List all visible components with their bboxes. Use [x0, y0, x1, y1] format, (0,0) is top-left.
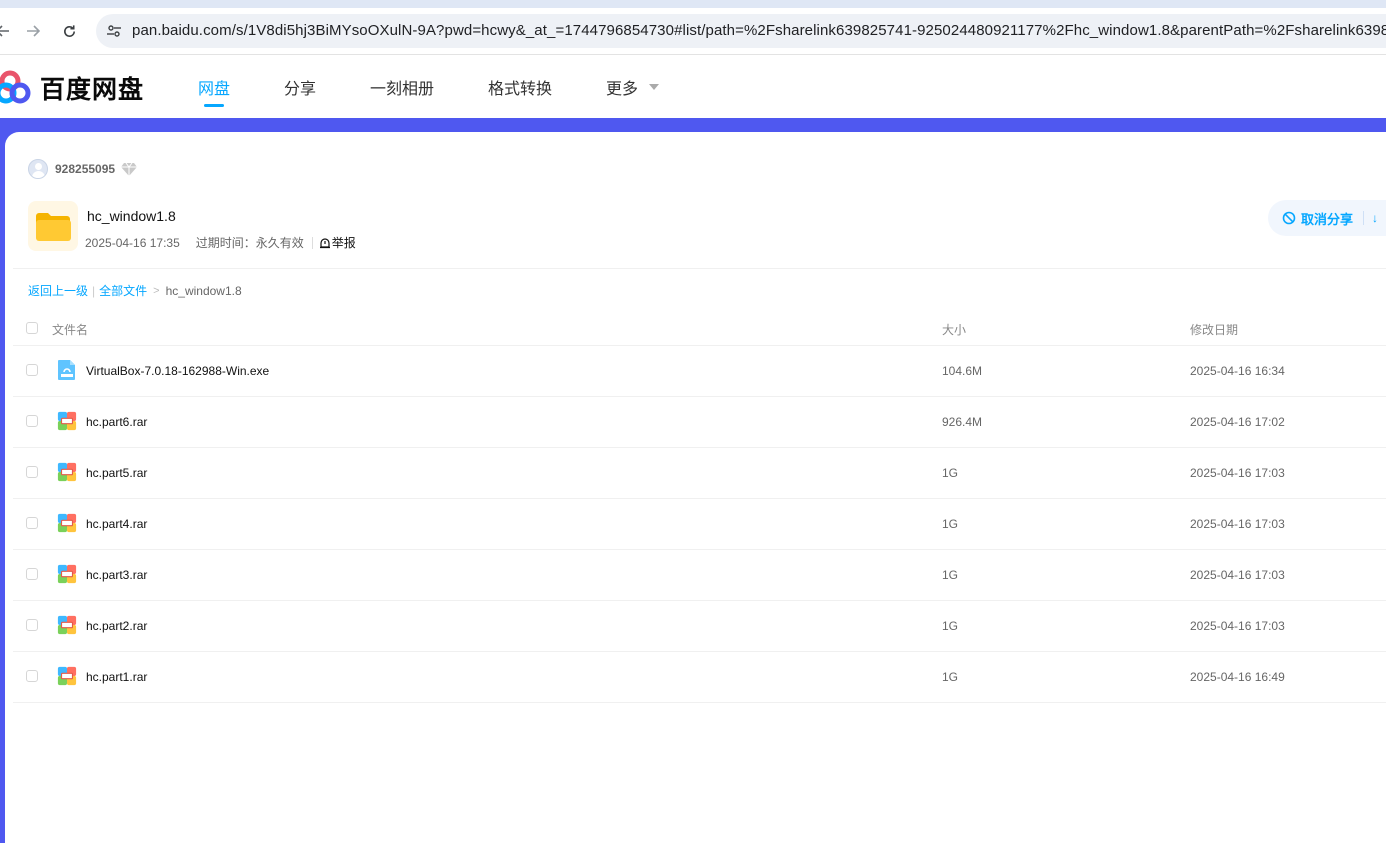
baidu-netdisk-logo-icon[interactable]	[0, 67, 36, 107]
breadcrumb-all-files-link[interactable]: 全部文件	[99, 282, 147, 299]
row-checkbox[interactable]	[26, 568, 38, 580]
file-size: 1G	[942, 619, 959, 633]
row-checkbox[interactable]	[26, 619, 38, 631]
rar-file-icon	[57, 564, 77, 584]
share-meta: 2025-04-16 17:35 过期时间：永久有效 举报	[85, 234, 356, 251]
url-text[interactable]: pan.baidu.com/s/1V8di5hj3BiMYsoOXulN-9A?…	[132, 22, 1386, 39]
table-row[interactable]: hc.part4.rar 1G 2025-04-16 17:03	[13, 499, 1386, 550]
report-button[interactable]: 举报	[319, 234, 356, 251]
rar-file-icon	[57, 411, 77, 431]
file-date: 2025-04-16 17:02	[1190, 415, 1285, 429]
table-row[interactable]: hc.part1.rar 1G 2025-04-16 16:49	[13, 652, 1386, 703]
table-row[interactable]: hc.part3.rar 1G 2025-04-16 17:03	[13, 550, 1386, 601]
row-checkbox[interactable]	[26, 517, 38, 529]
file-size: 1G	[942, 568, 959, 582]
avatar[interactable]	[28, 159, 48, 179]
select-all-checkbox[interactable]	[26, 322, 38, 334]
table-row[interactable]: VirtualBox-7.0.18-162988-Win.exe 104.6M …	[13, 346, 1386, 397]
rar-file-icon	[57, 666, 77, 686]
rar-file-icon	[57, 615, 77, 635]
table-row[interactable]: hc.part5.rar 1G 2025-04-16 17:03	[13, 448, 1386, 499]
file-date: 2025-04-16 16:49	[1190, 670, 1285, 684]
file-date: 2025-04-16 17:03	[1190, 568, 1285, 582]
site-info-icon[interactable]	[104, 21, 124, 41]
file-name[interactable]: hc.part4.rar	[86, 517, 147, 531]
row-checkbox[interactable]	[26, 415, 38, 427]
row-checkbox[interactable]	[26, 670, 38, 682]
breadcrumb: 返回上一级 | 全部文件 > hc_window1.8	[28, 282, 242, 299]
rar-file-icon	[57, 513, 77, 533]
breadcrumb-chevron-icon: >	[153, 284, 160, 297]
exe-file-icon	[58, 360, 75, 380]
row-checkbox[interactable]	[26, 364, 38, 376]
column-header-size[interactable]: 大小	[942, 321, 966, 338]
sharer-info: 928255095	[28, 159, 138, 179]
share-title: hc_window1.8	[87, 208, 176, 224]
row-checkbox[interactable]	[26, 466, 38, 478]
cancel-share-button[interactable]: 取消分享 ↓	[1268, 200, 1386, 236]
file-size: 1G	[942, 670, 959, 684]
chevron-down-icon[interactable]	[649, 84, 659, 90]
meta-divider	[311, 236, 313, 249]
folder-icon	[28, 201, 78, 251]
nav-photo-album[interactable]: 一刻相册	[370, 75, 434, 99]
column-header-name[interactable]: 文件名	[52, 321, 88, 338]
nav-netdisk[interactable]: 网盘	[198, 75, 230, 99]
file-date: 2025-04-16 17:03	[1190, 619, 1285, 633]
share-expire-time: 过期时间：永久有效	[195, 236, 304, 250]
file-date: 2025-04-16 17:03	[1190, 466, 1285, 480]
action-divider	[1363, 211, 1365, 225]
app-header: 百度网盘 网盘 分享 一刻相册 格式转换 更多	[0, 55, 1386, 118]
nav-share[interactable]: 分享	[284, 75, 316, 99]
file-size: 104.6M	[942, 364, 983, 378]
back-arrow-icon[interactable]	[0, 20, 14, 42]
file-name[interactable]: hc.part1.rar	[86, 670, 147, 684]
browser-tabstrip	[0, 0, 1386, 8]
file-date: 2025-04-16 17:03	[1190, 517, 1285, 531]
file-date: 2025-04-16 16:34	[1190, 364, 1285, 378]
breadcrumb-current: hc_window1.8	[165, 283, 242, 298]
nav-format-convert[interactable]: 格式转换	[488, 75, 552, 99]
forward-arrow-icon[interactable]	[22, 20, 44, 42]
share-created-time: 2025-04-16 17:35	[85, 235, 180, 250]
breadcrumb-back-link[interactable]: 返回上一级	[28, 282, 88, 299]
breadcrumb-separator: |	[92, 283, 96, 298]
rar-file-icon	[57, 462, 77, 482]
logo-text[interactable]: 百度网盘	[40, 70, 144, 106]
file-table-header: 文件名 大小 修改日期	[13, 312, 1386, 346]
nav-active-indicator	[204, 104, 224, 107]
file-name[interactable]: hc.part6.rar	[86, 415, 147, 429]
nav-more[interactable]: 更多	[606, 75, 638, 99]
column-header-date[interactable]: 修改日期	[1190, 321, 1238, 338]
file-name[interactable]: hc.part5.rar	[86, 466, 147, 480]
reload-icon[interactable]	[58, 20, 80, 42]
file-size: 1G	[942, 517, 959, 531]
file-size: 1G	[942, 466, 959, 480]
file-size: 926.4M	[942, 415, 983, 429]
sharer-name[interactable]: 928255095	[55, 162, 115, 176]
table-row[interactable]: hc.part2.rar 1G 2025-04-16 17:03	[13, 601, 1386, 652]
file-name[interactable]: hc.part3.rar	[86, 568, 147, 582]
report-icon	[319, 237, 330, 248]
address-bar[interactable]: pan.baidu.com/s/1V8di5hj3BiMYsoOXulN-9A?…	[96, 14, 1386, 48]
cancel-share-label: 取消分享	[1301, 211, 1354, 227]
report-label: 举报	[331, 236, 356, 250]
cancel-circle-icon	[1282, 211, 1296, 225]
diamond-icon	[121, 162, 138, 176]
file-name[interactable]: hc.part2.rar	[86, 619, 147, 633]
download-icon[interactable]: ↓	[1372, 211, 1378, 225]
browser-toolbar: pan.baidu.com/s/1V8di5hj3BiMYsoOXulN-9A?…	[0, 8, 1386, 55]
file-name[interactable]: VirtualBox-7.0.18-162988-Win.exe	[86, 364, 269, 378]
table-row[interactable]: hc.part6.rar 926.4M 2025-04-16 17:02	[13, 397, 1386, 448]
section-divider	[13, 268, 1386, 269]
